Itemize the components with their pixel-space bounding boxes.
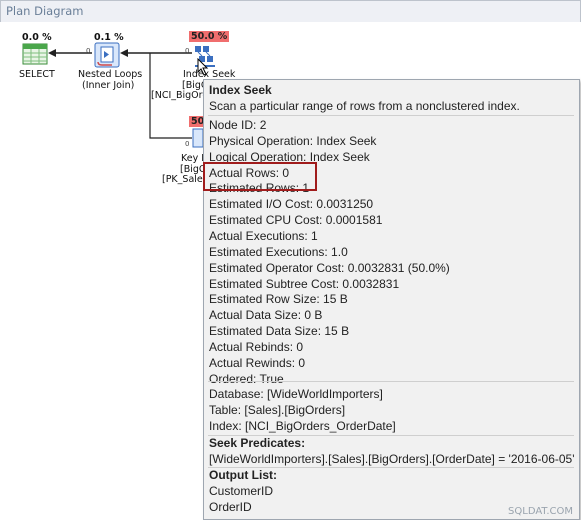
tooltip-property: Actual Executions: 1 [209,228,318,243]
tooltip-property: Node ID: 2 [209,118,267,132]
tooltip-title: Index Seek [209,83,272,97]
index-seek-rows: 0 [185,47,190,55]
select-operator-icon[interactable] [22,43,48,65]
tooltip-property: Estimated Row Size: 15 B [209,292,348,307]
tooltip-property: Estimated Subtree Cost: 0.0032831 [209,276,400,291]
tooltip-divider [208,381,574,382]
tooltip-property: Actual Rewinds: 0 [209,355,306,370]
tooltip-divider [208,115,574,116]
tooltip-table: Table: [Sales].[BigOrders] [209,403,346,417]
output-list-heading: Output List: [209,468,277,482]
nested-loops-label: Nested Loops [78,69,143,80]
tooltip-description: Scan a particular range of rows from a n… [209,99,520,113]
nested-loops-icon[interactable] [94,42,120,68]
nested-loops-rows: 0 [86,47,91,55]
panel-header: Plan Diagram [0,0,581,23]
tooltip-property: Actual Data Size: 0 B [209,308,323,323]
tooltip-index: Index: [NCI_BigOrders_OrderDate] [209,419,396,433]
tooltip-property: Actual Rebinds: 0 [209,339,304,354]
panel-title: Plan Diagram [6,4,84,18]
tooltip-database: Database: [WideWorldImporters] [209,387,383,401]
select-cost: 0.0 % [22,32,52,43]
key-lookup-rows: 0 [185,140,190,148]
seek-predicates-heading: Seek Predicates: [209,436,306,450]
output-list-item: OrderID [209,500,252,514]
operator-tooltip: Index Seek Scan a particular range of ro… [203,79,580,520]
nested-loops-sublabel: (Inner Join) [82,80,135,91]
tooltip-property: Ordered: True [209,371,284,386]
tooltip-property: Estimated Data Size: 15 B [209,324,350,339]
seek-predicates-value: [WideWorldImporters].[Sales].[BigOrders]… [209,452,575,466]
key-lookup-index: [PK_Sales [162,174,208,185]
tooltip-property: Physical Operation: Index Seek [209,133,377,148]
tooltip-property: Estimated CPU Cost: 0.0001581 [209,213,383,228]
tooltip-property: Estimated Operator Cost: 0.0032831 (50.0… [209,260,450,275]
tooltip-property: Estimated Executions: 1.0 [209,244,348,259]
index-seek-cost: 50.0 % [189,31,230,42]
select-label: SELECT [19,69,55,80]
rows-highlight-box [203,162,317,191]
output-list-item: CustomerID [209,484,274,498]
watermark: SQLDAT.COM [508,506,573,517]
tooltip-property: Estimated I/O Cost: 0.0031250 [209,197,374,212]
